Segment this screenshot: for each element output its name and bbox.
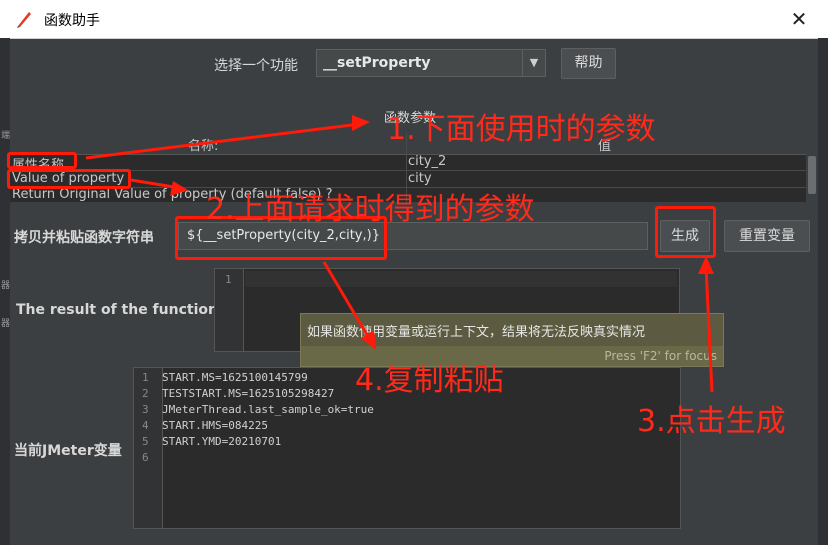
arrow-note-4 [322,261,372,341]
annotation-arrows [85,115,714,393]
arrow-note-1 [85,122,361,160]
arrowhead-icon [361,330,376,350]
arrowhead-icon [352,115,370,131]
arrowhead-icon [170,181,188,196]
arrowhead-icon [698,256,714,274]
arrow-note-3 [704,265,714,393]
